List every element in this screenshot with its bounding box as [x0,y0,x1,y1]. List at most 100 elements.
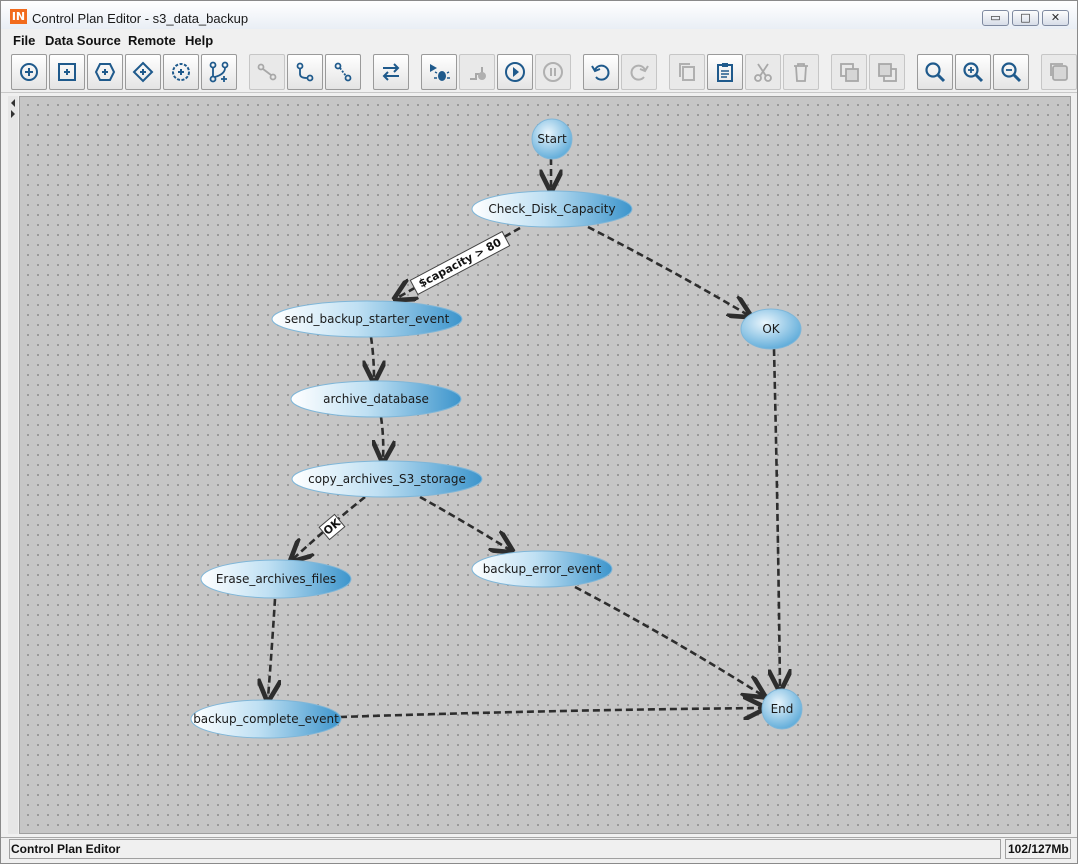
edge-ok-end[interactable] [774,348,780,688]
redo-button [621,54,657,90]
edge-label-text: $capacity > 80 [416,236,503,291]
node-label: Erase_archives_files [216,572,336,586]
paste-button[interactable] [707,54,743,90]
node-erase[interactable]: Erase_archives_files [200,559,352,599]
node-label: send_backup_starter_event [285,312,450,326]
node-label: archive_database [323,392,429,406]
edge-check-ok[interactable] [587,225,748,315]
cut-button [745,54,781,90]
debug-icon [430,64,450,81]
send-back-button [869,54,905,90]
minimize-button[interactable]: ▭ [982,10,1009,26]
edge-label-text: OK [321,516,343,538]
status-text: Control Plan Editor [9,839,1001,859]
cut-icon [754,63,772,82]
node-check[interactable]: Check_Disk_Capacity [471,190,633,228]
zoom-fit-icon [925,62,946,83]
step-icon [470,67,486,80]
node-copy[interactable]: copy_archives_S3_storage [291,460,483,498]
node-send[interactable]: send_backup_starter_event [271,300,463,338]
swap-direction-icon [382,63,400,81]
plan-diagram[interactable]: Start Check_Disk_Capacity send_backup_star… [20,97,1072,835]
add-decision-node-button[interactable] [125,54,161,90]
memory-indicator: 102/127Mb [1005,839,1071,859]
menu-bar: File Data Source Remote Help [1,30,1077,50]
edge-erase-complete[interactable] [268,598,275,698]
copy-icon [679,63,695,81]
node-archive[interactable]: archive_database [290,380,462,418]
edge-error-end[interactable] [574,585,762,695]
add-task-node-icon [58,63,76,81]
node-label: backup_error_event [483,562,602,576]
toolbar [1,51,1077,93]
menu-help[interactable]: Help [185,33,213,48]
zoom-in-button[interactable] [955,54,991,90]
zoom-out-icon [1001,62,1022,83]
bring-front-button [831,54,867,90]
node-start[interactable]: Start [531,118,573,160]
add-event-node-button[interactable] [163,54,199,90]
paste-icon [717,63,733,82]
undo-button[interactable] [583,54,619,90]
connect-icon [257,63,277,81]
node-ok[interactable]: OK [740,308,802,350]
delete-icon [794,63,808,82]
node-error[interactable]: backup_error_event [471,550,613,588]
add-branch-icon [209,61,229,83]
step-button [459,54,495,90]
edge-label-check-send: $capacity > 80 [409,230,511,296]
collapse-left-icon[interactable] [11,99,15,107]
menu-remote[interactable]: Remote [128,33,176,48]
expand-right-icon[interactable] [11,110,15,118]
add-decision-node-icon [132,61,154,83]
menu-data-source[interactable]: Data Source [45,33,121,48]
edge-send-archive[interactable] [371,336,374,379]
add-subplan-node-icon [94,63,116,81]
app-window: IN Control Plan Editor - s3_data_backup … [0,0,1078,864]
add-task-node-button[interactable] [49,54,85,90]
app-logo-icon: IN [10,9,27,24]
side-splitter[interactable] [8,96,18,834]
connect-button [249,54,285,90]
pause-button [535,54,571,90]
add-start-node-button[interactable] [11,54,47,90]
copy-button [669,54,705,90]
run-button[interactable] [497,54,533,90]
add-start-node-icon [20,63,38,81]
connect-ok-icon [296,62,314,82]
node-end[interactable]: End [761,688,803,730]
node-label: Start [537,132,567,146]
swap-direction-button[interactable] [373,54,409,90]
edge-archive-copy[interactable] [381,416,383,459]
diagram-canvas[interactable]: Start Check_Disk_Capacity send_backup_star… [19,96,1071,834]
connect-ok-button[interactable] [287,54,323,90]
send-back-icon [878,63,897,82]
title-bar[interactable]: IN Control Plan Editor - s3_data_backup … [1,1,1077,29]
bring-front-icon [840,63,859,82]
add-branch-button[interactable] [201,54,237,90]
maximize-button[interactable]: □ [1012,10,1039,26]
export-icon [1050,63,1068,81]
export-button [1041,54,1077,90]
node-label: copy_archives_S3_storage [308,472,466,486]
node-label: End [771,702,794,716]
node-label: backup_complete_event [193,712,339,726]
connect-error-button[interactable] [325,54,361,90]
add-subplan-node-button[interactable] [87,54,123,90]
menu-file[interactable]: File [13,33,35,48]
add-event-node-icon [172,63,190,81]
edge-copy-error[interactable] [419,495,510,550]
edge-complete-end[interactable] [339,708,762,717]
edge-label-copy-erase: OK [318,513,346,541]
zoom-out-button[interactable] [993,54,1029,90]
pause-icon [543,62,563,82]
redo-icon [630,64,649,81]
delete-button [783,54,819,90]
status-bar: Control Plan Editor 102/127Mb [1,837,1077,861]
close-button[interactable]: ✕ [1042,10,1069,26]
debug-button[interactable] [421,54,457,90]
node-complete[interactable]: backup_complete_event [190,699,342,739]
window-title: Control Plan Editor - s3_data_backup [32,11,249,26]
run-icon [505,62,525,82]
zoom-fit-button[interactable] [917,54,953,90]
